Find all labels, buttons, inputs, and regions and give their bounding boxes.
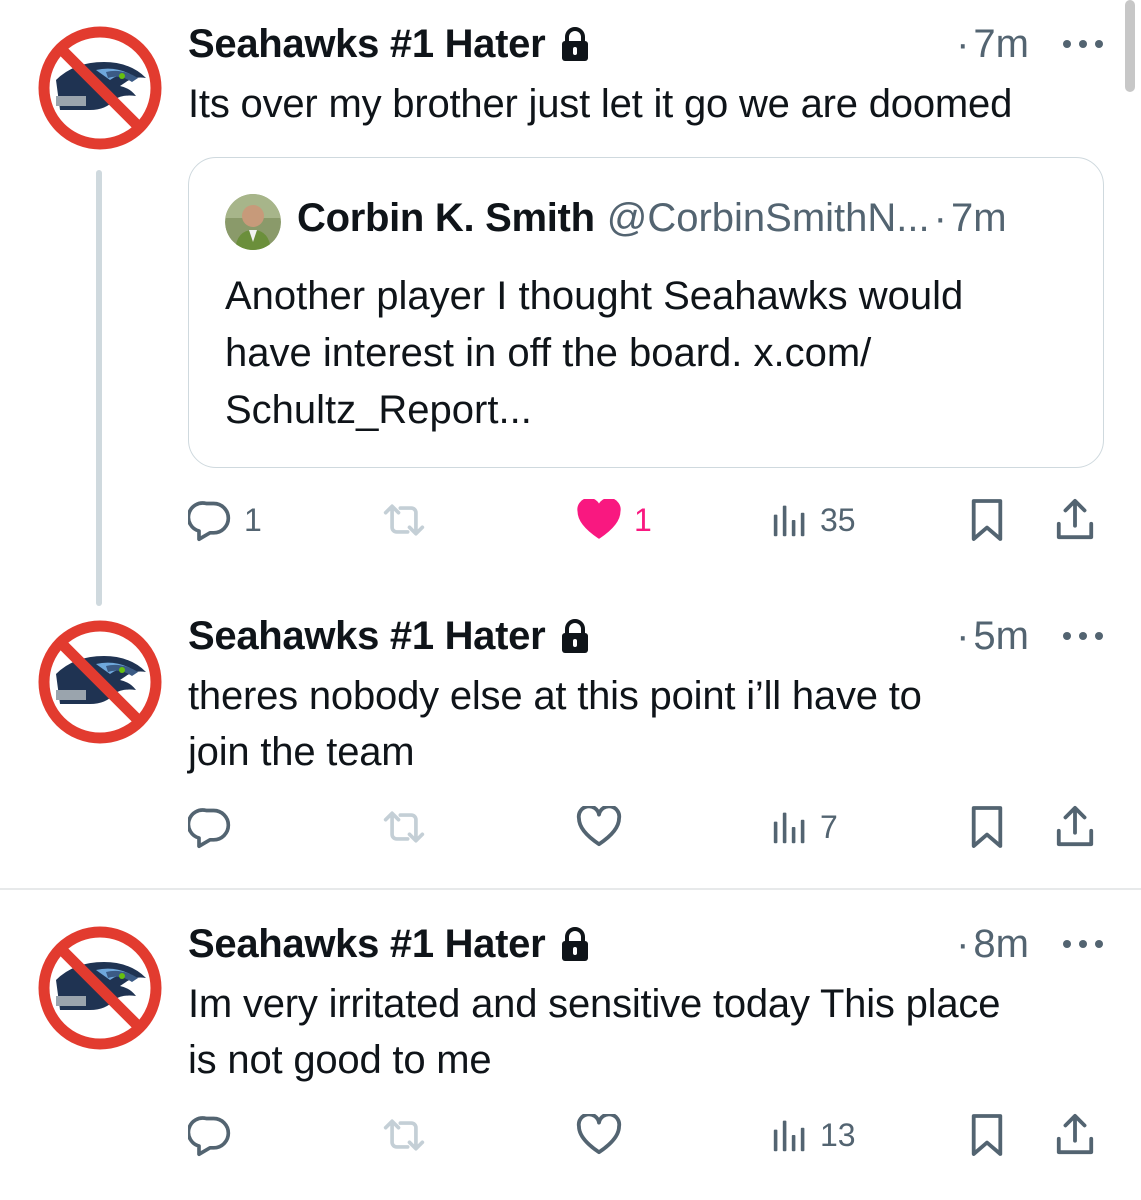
bookmark-icon [968,497,1006,543]
no-seahawks-icon[interactable] [34,22,166,154]
quote-author-handle[interactable]: @CorbinSmithN... [607,196,930,241]
share-button[interactable] [1054,802,1096,852]
retweet-icon [380,1113,428,1157]
views-icon [772,809,808,845]
tweet-text: Its over my brother just let it go we ar… [188,82,1013,126]
action-bar: 13 [188,1110,1108,1160]
share-button[interactable] [1054,495,1096,545]
views-icon [772,1117,808,1153]
bookmark-button[interactable] [968,495,1006,545]
reply-icon [188,805,232,849]
share-icon [1054,1112,1096,1158]
timestamp[interactable]: · 5m [956,614,1029,659]
like-count: 1 [634,501,652,538]
views-button[interactable]: 13 [772,1110,856,1160]
retweet-icon [380,805,428,849]
bookmark-button[interactable] [968,802,1006,852]
tweet[interactable]: Seahawks #1 Hater · 8m Im very irritated … [0,890,1141,1200]
author-name[interactable]: Seahawks #1 Hater [188,614,546,659]
author-name[interactable]: Seahawks #1 Hater [188,22,546,67]
like-button[interactable]: 1 [576,495,652,545]
heart-icon [576,806,622,848]
heart-icon [576,1114,622,1156]
view-count: 35 [820,501,856,538]
tweet-text: Im very irritated and sensitive today Th… [188,982,1001,1082]
avatar[interactable] [225,194,281,250]
tweet-header: Seahawks #1 Hater · 5m [188,610,1105,662]
views-icon [772,502,808,538]
views-button[interactable]: 35 [772,495,856,545]
quote-author-name[interactable]: Corbin K. Smith [297,196,595,241]
lock-icon [559,618,591,654]
tweet[interactable]: Seahawks #1 Hater · 7m Its over my brothe… [0,0,1141,606]
retweet-button[interactable] [380,495,428,545]
timestamp[interactable]: · 8m [956,922,1029,967]
retweet-icon [380,498,428,542]
bookmark-icon [968,804,1006,850]
tweet[interactable]: Seahawks #1 Hater · 5m theres nobody else… [0,600,1141,888]
tweet-text: theres nobody else at this point i’ll ha… [188,674,922,774]
action-bar: 1 1 35 [188,495,1108,545]
bookmark-button[interactable] [968,1110,1006,1160]
quoted-tweet[interactable]: Corbin K. Smith @CorbinSmithN... · 7m Ano… [188,157,1104,468]
tweet-header: Seahawks #1 Hater · 7m [188,18,1105,70]
no-seahawks-icon[interactable] [34,922,166,1054]
reply-icon [188,498,232,542]
reply-button[interactable]: 1 [188,495,262,545]
view-count: 7 [820,808,838,845]
more-icon[interactable] [1061,38,1105,50]
bookmark-icon [968,1112,1006,1158]
no-seahawks-icon[interactable] [34,616,166,748]
share-icon [1054,804,1096,850]
quote-text: Another player I thought Seahawks would … [225,274,964,432]
reply-icon [188,1113,232,1157]
share-icon [1054,497,1096,543]
thread-line [96,170,102,606]
view-count: 13 [820,1116,856,1153]
author-name[interactable]: Seahawks #1 Hater [188,922,546,967]
retweet-button[interactable] [380,802,428,852]
more-icon[interactable] [1061,938,1105,950]
lock-icon [559,926,591,962]
views-button[interactable]: 7 [772,802,838,852]
reply-count: 1 [244,501,262,538]
share-button[interactable] [1054,1110,1096,1160]
like-button[interactable] [576,1110,622,1160]
quote-header: Corbin K. Smith @CorbinSmithN... · 7m [297,196,1063,241]
like-button[interactable] [576,802,622,852]
more-icon[interactable] [1061,630,1105,642]
heart-icon [576,499,622,541]
reply-button[interactable] [188,1110,232,1160]
timestamp[interactable]: · 7m [956,22,1029,67]
action-bar: 7 [188,802,1108,852]
reply-button[interactable] [188,802,232,852]
tweet-header: Seahawks #1 Hater · 8m [188,918,1105,970]
timeline-feed: Seahawks #1 Hater · 7m Its over my brothe… [0,0,1141,1200]
lock-icon [559,26,591,62]
retweet-button[interactable] [380,1110,428,1160]
quote-timestamp[interactable]: · 7m [930,196,1007,241]
